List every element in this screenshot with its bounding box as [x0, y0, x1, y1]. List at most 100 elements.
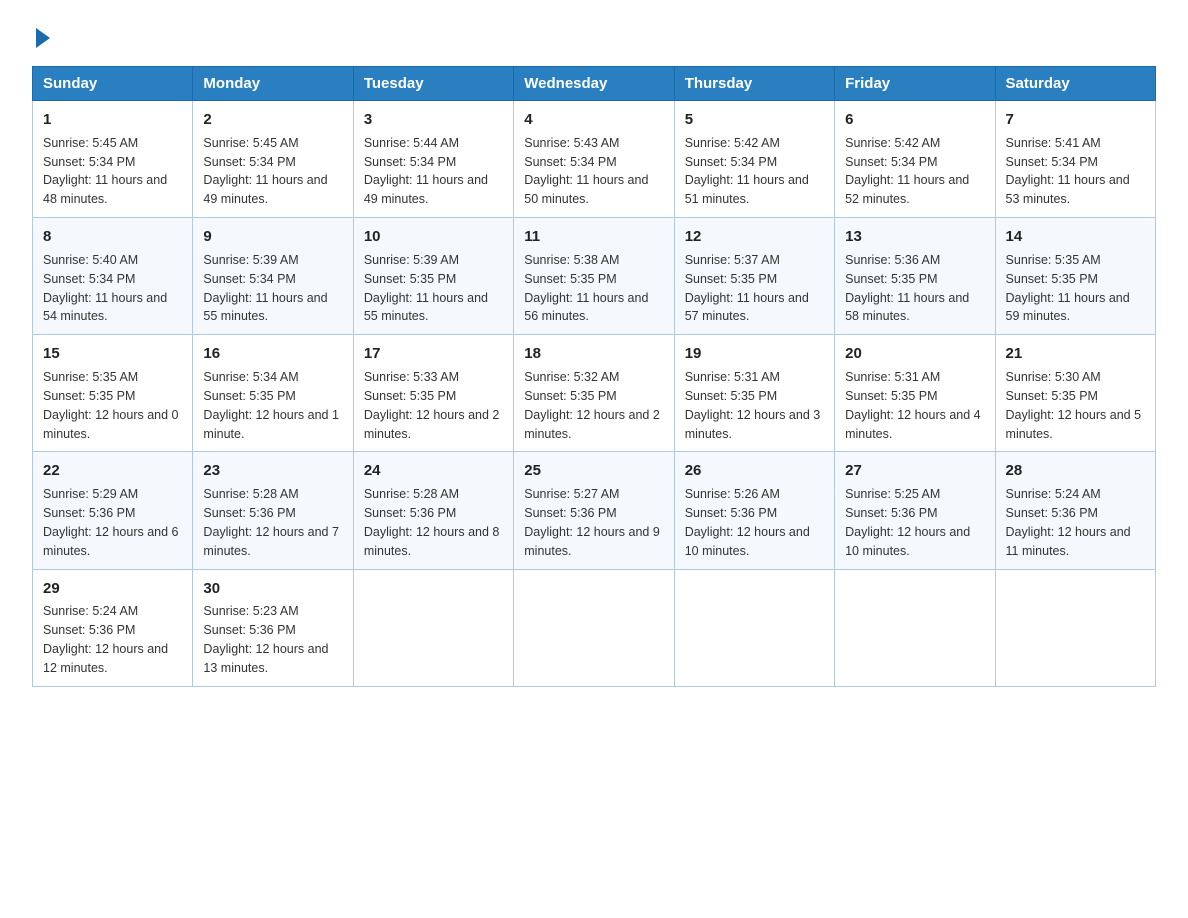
sunrise-info: Sunrise: 5:28 AM: [203, 487, 298, 501]
sunrise-info: Sunrise: 5:30 AM: [1006, 370, 1101, 384]
daylight-info: Daylight: 11 hours and 56 minutes.: [524, 291, 648, 324]
daylight-info: Daylight: 11 hours and 49 minutes.: [364, 173, 488, 206]
sunrise-info: Sunrise: 5:25 AM: [845, 487, 940, 501]
day-number: 18: [524, 343, 663, 365]
daylight-info: Daylight: 12 hours and 2 minutes.: [364, 408, 500, 441]
calendar-cell: 26Sunrise: 5:26 AMSunset: 5:36 PMDayligh…: [674, 452, 834, 569]
day-number: 27: [845, 460, 984, 482]
day-number: 10: [364, 226, 503, 248]
day-number: 17: [364, 343, 503, 365]
sunrise-info: Sunrise: 5:33 AM: [364, 370, 459, 384]
sunrise-info: Sunrise: 5:45 AM: [203, 136, 298, 150]
calendar-cell: 8Sunrise: 5:40 AMSunset: 5:34 PMDaylight…: [33, 218, 193, 335]
calendar-cell: 21Sunrise: 5:30 AMSunset: 5:35 PMDayligh…: [995, 335, 1155, 452]
day-number: 3: [364, 109, 503, 131]
header-thursday: Thursday: [674, 67, 834, 101]
sunrise-info: Sunrise: 5:44 AM: [364, 136, 459, 150]
sunrise-info: Sunrise: 5:39 AM: [364, 253, 459, 267]
sunrise-info: Sunrise: 5:29 AM: [43, 487, 138, 501]
sunset-info: Sunset: 5:35 PM: [364, 389, 456, 403]
calendar-cell: 23Sunrise: 5:28 AMSunset: 5:36 PMDayligh…: [193, 452, 353, 569]
calendar-cell: 11Sunrise: 5:38 AMSunset: 5:35 PMDayligh…: [514, 218, 674, 335]
calendar-cell: 24Sunrise: 5:28 AMSunset: 5:36 PMDayligh…: [353, 452, 513, 569]
calendar-cell: [835, 569, 995, 686]
daylight-info: Daylight: 12 hours and 2 minutes.: [524, 408, 660, 441]
calendar-cell: 29Sunrise: 5:24 AMSunset: 5:36 PMDayligh…: [33, 569, 193, 686]
daylight-info: Daylight: 11 hours and 48 minutes.: [43, 173, 167, 206]
daylight-info: Daylight: 11 hours and 58 minutes.: [845, 291, 969, 324]
calendar-cell: 17 Sunrise: 5:33 AM Sunset: 5:35 PM Dayligh…: [353, 335, 513, 452]
calendar-cell: [995, 569, 1155, 686]
calendar-cell: 5Sunrise: 5:42 AMSunset: 5:34 PMDaylight…: [674, 101, 834, 218]
calendar-cell: 4Sunrise: 5:43 AMSunset: 5:34 PMDaylight…: [514, 101, 674, 218]
sunset-info: Sunset: 5:34 PM: [43, 155, 135, 169]
calendar-cell: 7Sunrise: 5:41 AMSunset: 5:34 PMDaylight…: [995, 101, 1155, 218]
sunset-info: Sunset: 5:35 PM: [1006, 389, 1098, 403]
calendar-cell: 3Sunrise: 5:44 AMSunset: 5:34 PMDaylight…: [353, 101, 513, 218]
daylight-info: Daylight: 11 hours and 51 minutes.: [685, 173, 809, 206]
sunset-info: Sunset: 5:36 PM: [845, 506, 937, 520]
day-number: 25: [524, 460, 663, 482]
day-number: 7: [1006, 109, 1145, 131]
day-number: 9: [203, 226, 342, 248]
calendar-table: SundayMondayTuesdayWednesdayThursdayFrid…: [32, 66, 1156, 687]
sunrise-info: Sunrise: 5:41 AM: [1006, 136, 1101, 150]
calendar-cell: 12Sunrise: 5:37 AMSunset: 5:35 PMDayligh…: [674, 218, 834, 335]
daylight-info: Daylight: 11 hours and 53 minutes.: [1006, 173, 1130, 206]
sunset-info: Sunset: 5:34 PM: [524, 155, 616, 169]
week-row-1: 1Sunrise: 5:45 AMSunset: 5:34 PMDaylight…: [33, 101, 1156, 218]
header-friday: Friday: [835, 67, 995, 101]
calendar-cell: [674, 569, 834, 686]
sunrise-info: Sunrise: 5:36 AM: [845, 253, 940, 267]
day-number: 29: [43, 578, 182, 600]
sunset-info: Sunset: 5:35 PM: [524, 389, 616, 403]
sunrise-info: Sunrise: 5:42 AM: [685, 136, 780, 150]
page-header: [32, 24, 1156, 48]
sunset-info: Sunset: 5:35 PM: [203, 389, 295, 403]
sunset-info: Sunset: 5:34 PM: [43, 272, 135, 286]
sunset-info: Sunset: 5:34 PM: [845, 155, 937, 169]
day-number: 24: [364, 460, 503, 482]
day-number: 5: [685, 109, 824, 131]
day-number: 28: [1006, 460, 1145, 482]
calendar-header: SundayMondayTuesdayWednesdayThursdayFrid…: [33, 67, 1156, 101]
header-saturday: Saturday: [995, 67, 1155, 101]
daylight-info: Daylight: 12 hours and 11 minutes.: [1006, 525, 1131, 558]
day-number: 26: [685, 460, 824, 482]
calendar-cell: 9Sunrise: 5:39 AMSunset: 5:34 PMDaylight…: [193, 218, 353, 335]
day-number: 8: [43, 226, 182, 248]
calendar-cell: 1Sunrise: 5:45 AMSunset: 5:34 PMDaylight…: [33, 101, 193, 218]
day-number: 11: [524, 226, 663, 248]
sunset-info: Sunset: 5:35 PM: [685, 389, 777, 403]
sunset-info: Sunset: 5:34 PM: [203, 272, 295, 286]
calendar-cell: 2Sunrise: 5:45 AMSunset: 5:34 PMDaylight…: [193, 101, 353, 218]
calendar-cell: 6Sunrise: 5:42 AMSunset: 5:34 PMDaylight…: [835, 101, 995, 218]
daylight-info: Daylight: 12 hours and 13 minutes.: [203, 642, 328, 675]
daylight-info: Daylight: 12 hours and 10 minutes.: [845, 525, 970, 558]
day-number: 12: [685, 226, 824, 248]
sunset-info: Sunset: 5:36 PM: [1006, 506, 1098, 520]
daylight-info: Daylight: 11 hours and 50 minutes.: [524, 173, 648, 206]
daylight-info: Daylight: 12 hours and 0 minutes.: [43, 408, 179, 441]
daylight-info: Daylight: 12 hours and 1 minute.: [203, 408, 339, 441]
sunset-info: Sunset: 5:34 PM: [203, 155, 295, 169]
daylight-info: Daylight: 11 hours and 57 minutes.: [685, 291, 809, 324]
logo-arrow-icon: [36, 28, 50, 48]
calendar-cell: 22Sunrise: 5:29 AMSunset: 5:36 PMDayligh…: [33, 452, 193, 569]
daylight-info: Daylight: 12 hours and 10 minutes.: [685, 525, 810, 558]
sunrise-info: Sunrise: 5:35 AM: [1006, 253, 1101, 267]
daylight-info: Daylight: 12 hours and 5 minutes.: [1006, 408, 1142, 441]
sunset-info: Sunset: 5:36 PM: [524, 506, 616, 520]
day-number: 13: [845, 226, 984, 248]
calendar-cell: 14Sunrise: 5:35 AMSunset: 5:35 PMDayligh…: [995, 218, 1155, 335]
daylight-info: Daylight: 11 hours and 52 minutes.: [845, 173, 969, 206]
calendar-cell: [514, 569, 674, 686]
day-number: 23: [203, 460, 342, 482]
sunset-info: Sunset: 5:35 PM: [524, 272, 616, 286]
daylight-info: Daylight: 12 hours and 7 minutes.: [203, 525, 339, 558]
sunrise-info: Sunrise: 5:42 AM: [845, 136, 940, 150]
sunrise-info: Sunrise: 5:43 AM: [524, 136, 619, 150]
calendar-cell: 13Sunrise: 5:36 AMSunset: 5:35 PMDayligh…: [835, 218, 995, 335]
sunset-info: Sunset: 5:36 PM: [43, 506, 135, 520]
calendar-body: 1Sunrise: 5:45 AMSunset: 5:34 PMDaylight…: [33, 101, 1156, 687]
